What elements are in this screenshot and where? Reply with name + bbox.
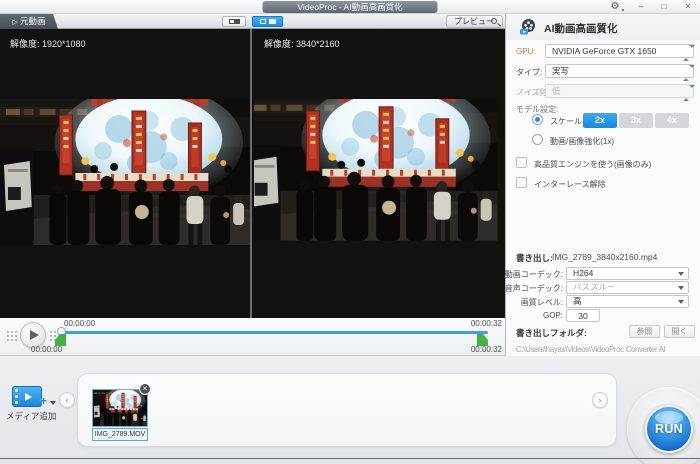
seek-track[interactable] <box>63 331 488 334</box>
enhanced-video-frame <box>254 99 505 245</box>
viewer-toolbar: ▷元動画 プレビュー <box>0 14 505 29</box>
video-codec-value: H264 <box>573 268 593 278</box>
film-reel-icon <box>520 18 537 35</box>
tab-source-video[interactable]: ▷元動画 <box>0 14 58 29</box>
type-label: タイプ: <box>516 67 542 78</box>
spinner-arrows-icon[interactable] <box>683 47 690 59</box>
media-list-container <box>77 373 617 447</box>
duration-time: 00:00:32 <box>471 319 502 328</box>
window-title: VideoProc - AI動画高画質化 <box>263 1 438 13</box>
caret-down-icon <box>678 300 684 304</box>
deinterlace-checkbox[interactable] <box>516 177 527 188</box>
gear-dropdown-dot <box>622 9 624 11</box>
app-window: VideoProc - AI動画高画質化 ⚙ – □ × ▷元動画 プレビュー … <box>0 0 700 464</box>
enhanced-resolution-label: 解像度: 3840*2160 <box>264 37 340 50</box>
window-bottom-strip <box>0 459 700 464</box>
current-time: 00:00:00 <box>64 319 95 328</box>
clip-name-label: IMG_2789.MOV <box>92 428 148 441</box>
settings-gear-icon[interactable]: ⚙ <box>606 0 624 14</box>
media-tray: + メディア追加 ‹ × IMG_2789.MOV › RUN <box>0 356 700 464</box>
noise-level-value: 低 <box>552 86 561 96</box>
audio-codec-select[interactable]: パススルー <box>566 281 689 294</box>
caret-down-icon <box>678 272 684 276</box>
quality-level-select[interactable]: 高 <box>566 295 689 308</box>
spinner-arrows-icon[interactable] <box>683 67 690 79</box>
scroll-right-button[interactable]: › <box>592 392 608 408</box>
audio-codec-label: 音声コーデック: <box>505 283 563 294</box>
panel-header: AI動画高画質化 <box>506 14 700 40</box>
maximize-button[interactable]: □ <box>655 0 673 14</box>
caret-down-icon <box>678 286 684 290</box>
split-view-toggle[interactable] <box>252 16 283 27</box>
browse-button[interactable]: 参照 <box>629 325 660 338</box>
run-button[interactable]: RUN <box>645 405 693 453</box>
scale-label: スケール <box>550 116 582 127</box>
scale-4x-button[interactable]: 4x <box>655 113 689 128</box>
ai-settings-panel: AI動画高画質化 GPU: NVIDIA GeForce GTX 1650 タイ… <box>505 14 700 356</box>
spinner-arrows-icon <box>683 87 690 99</box>
original-video-frame <box>0 99 250 245</box>
enhanced-video-pane[interactable]: 解像度: 3840*2160 <box>254 29 505 318</box>
scale-2x-button[interactable]: 2x <box>583 113 617 128</box>
scale-3x-button[interactable]: 3x <box>619 113 653 128</box>
add-media-label: メディア追加 <box>6 410 56 422</box>
export-folder-path: C:\Users\hayas\Videos\VideoProc Converte… <box>516 345 665 354</box>
title-bar[interactable]: VideoProc - AI動画高画質化 ⚙ – □ × <box>0 0 700 14</box>
hq-engine-checkbox[interactable] <box>516 157 527 168</box>
preview-button[interactable]: プレビュー <box>446 15 503 28</box>
type-select[interactable]: 実写 <box>545 64 694 78</box>
gop-input[interactable] <box>566 309 600 322</box>
split-view-icon <box>260 19 266 24</box>
panel-title: AI動画高画質化 <box>544 21 618 36</box>
add-media-icon <box>12 386 42 407</box>
scale-radio[interactable] <box>532 114 543 125</box>
quality-level-label: 画質レベル: <box>521 297 563 308</box>
timeline-bar: 00:00:00 00:00:32 00:00:00 00:00:32 <box>0 318 505 356</box>
play-icon <box>30 330 39 340</box>
video-compare-area: 解像度: 1920*1080 解像度: 3840*2160 <box>0 29 505 318</box>
drag-grip[interactable] <box>6 330 19 343</box>
gpu-select[interactable]: NVIDIA GeForce GTX 1650 <box>545 44 694 58</box>
quality-level-value: 高 <box>573 296 582 306</box>
audio-codec-value: パススルー <box>573 282 616 292</box>
original-resolution-label: 解像度: 1920*1080 <box>10 37 86 50</box>
single-view-icon <box>229 19 240 24</box>
plus-icon: + <box>40 394 47 408</box>
export-folder-label: 書き出しフォルダ: <box>516 327 587 339</box>
caret-down-icon <box>50 401 56 405</box>
enhance-label: 動画/画像強化(1x) <box>550 136 614 147</box>
close-button[interactable]: × <box>679 0 697 14</box>
gpu-value: NVIDIA GeForce GTX 1650 <box>552 46 656 56</box>
type-value: 実写 <box>552 66 569 76</box>
remove-clip-icon[interactable]: × <box>139 383 151 395</box>
video-codec-label: 動画コーデック: <box>505 269 563 280</box>
clip-thumbnail[interactable] <box>92 389 148 427</box>
single-view-toggle[interactable] <box>222 16 246 27</box>
trim-end-time: 00:00:32 <box>471 345 502 354</box>
source-tab-label: 元動画 <box>20 16 46 26</box>
open-button[interactable]: 開く <box>664 325 695 338</box>
noise-level-select: 低 <box>545 84 694 98</box>
export-label: 書き出し: <box>516 252 553 264</box>
play-outline-icon: ▷ <box>13 19 18 26</box>
preview-label: プレビュー <box>454 17 494 26</box>
hq-engine-label: 高品質エンジンを使う(画像のみ) <box>534 159 651 170</box>
gpu-label: GPU: <box>516 47 536 56</box>
enhance-radio[interactable] <box>532 134 543 145</box>
trim-start-time: 00:00:00 <box>31 345 62 354</box>
minimize-button[interactable]: – <box>632 0 650 14</box>
magnifier-icon <box>491 18 497 24</box>
export-filename: IMG_2789_3840x2160.mp4 <box>552 252 657 262</box>
scroll-left-button[interactable]: ‹ <box>59 392 75 408</box>
deinterlace-label: インターレース解除 <box>534 179 606 190</box>
video-codec-select[interactable]: H264 <box>566 267 689 280</box>
original-video-pane[interactable]: 解像度: 1920*1080 <box>0 29 252 318</box>
gop-label: GOP: <box>543 311 563 320</box>
